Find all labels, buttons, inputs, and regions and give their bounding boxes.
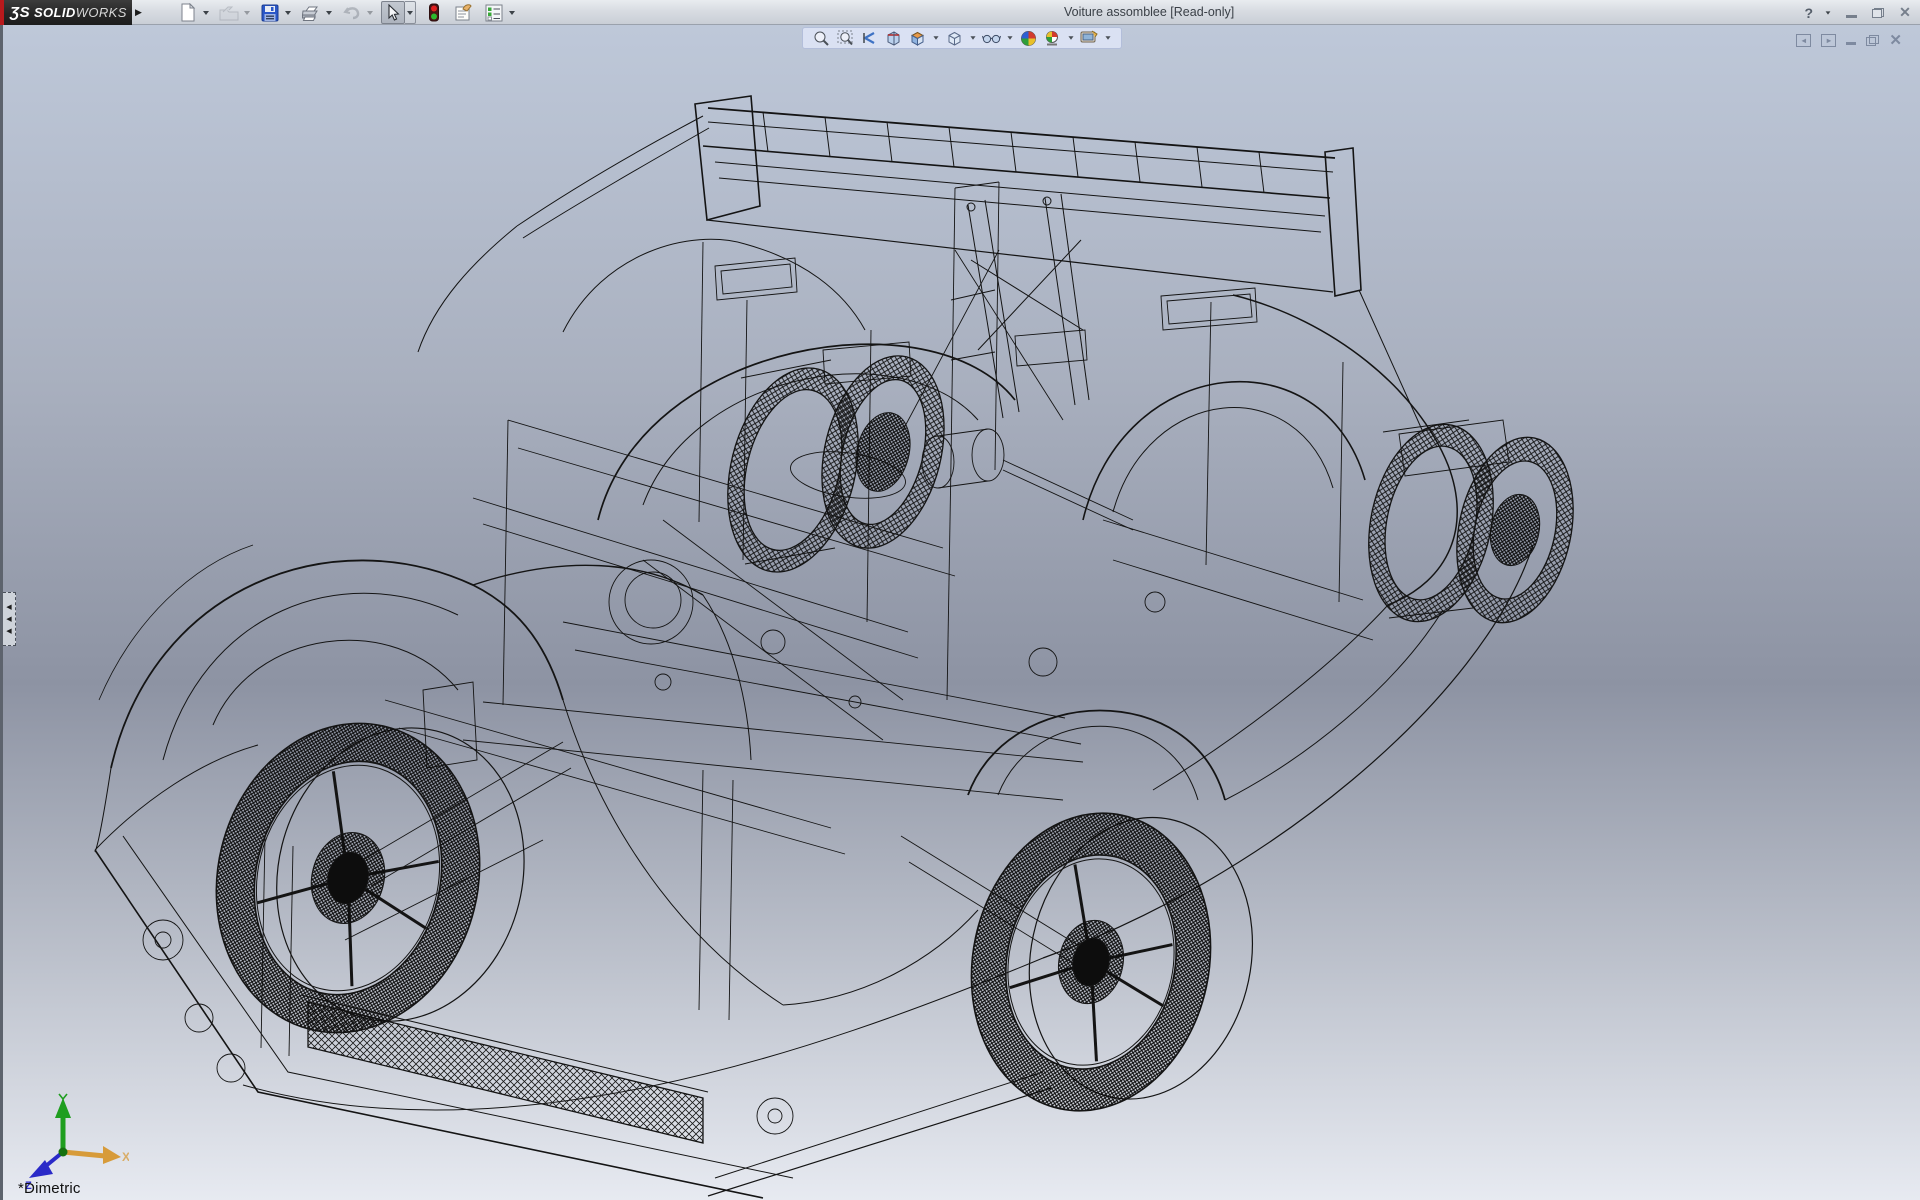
hide-show-items-caret[interactable] (1006, 36, 1014, 40)
cursor-arrow-icon[interactable] (381, 1, 405, 24)
restore-button[interactable] (1869, 4, 1887, 22)
title-bar: ƷSSOLIDWORKS ▶ (0, 0, 1920, 25)
open-folder-icon[interactable] (217, 1, 241, 24)
edit-appearance-button[interactable] (1019, 29, 1038, 47)
close-document-button[interactable]: ✕ (1889, 31, 1902, 49)
brand-text: ƷSSOLIDWORKS (10, 4, 127, 21)
document-window-controls: ◂ ▸ ✕ (1796, 31, 1902, 49)
feature-tree-collapsed-tab[interactable]: ◀ ◀ ◀ (3, 592, 16, 646)
close-button[interactable]: ✕ (1896, 4, 1914, 22)
heads-up-view-toolbar (802, 27, 1122, 49)
view-settings-button[interactable] (1080, 29, 1099, 47)
titlebar-right-controls: ? ✕ (1804, 0, 1914, 25)
wheel-front-left (184, 687, 554, 1071)
minimize-document-button[interactable] (1846, 35, 1856, 45)
triad-y-axis (55, 1094, 71, 1157)
select-dropdown-caret[interactable] (405, 1, 416, 24)
options-button[interactable] (482, 1, 517, 24)
undo-arrow-icon[interactable] (340, 1, 364, 24)
new-document-button[interactable] (176, 1, 211, 24)
save-dropdown-caret[interactable] (282, 1, 293, 24)
graphics-viewport[interactable]: ◂ ▸ ✕ ◀ ◀ ◀ Z X *Dimetric (0, 25, 1920, 1200)
chassis-structure (143, 182, 1509, 1134)
display-style-button[interactable] (945, 29, 964, 47)
rear-wing (517, 96, 1423, 432)
display-style-caret[interactable] (969, 36, 977, 40)
select-tool-button[interactable] (381, 1, 416, 24)
minimize-button[interactable] (1842, 4, 1860, 22)
logo-red-stripe (0, 0, 4, 25)
reference-triad: Z X (19, 1090, 129, 1190)
note-hand-icon[interactable] (452, 1, 476, 24)
undo-dropdown-caret[interactable] (364, 1, 375, 24)
zoom-to-area-button[interactable] (836, 29, 855, 47)
new-page-icon[interactable] (176, 1, 200, 24)
previous-view-button[interactable] (860, 29, 879, 47)
hide-show-items-button[interactable] (982, 29, 1001, 47)
view-orientation-caret[interactable] (932, 36, 940, 40)
triad-x-axis: X (63, 1146, 129, 1164)
document-title: Voiture assomblee [Read-only] (1064, 0, 1234, 25)
floppy-disk-icon[interactable] (258, 1, 282, 24)
apply-scene-caret[interactable] (1067, 36, 1075, 40)
ds-logo-icon: ƷS (10, 4, 30, 21)
car-wireframe (95, 96, 1589, 1198)
main-toolbar (176, 0, 523, 25)
open-button[interactable] (217, 1, 252, 24)
help-dropdown-caret[interactable] (1822, 1, 1833, 24)
restore-document-button[interactable] (1866, 35, 1879, 46)
triad-x-label: X (122, 1150, 129, 1164)
options-list-icon[interactable] (482, 1, 506, 24)
view-orientation-label: *Dimetric (18, 1180, 81, 1197)
menu-flyout-arrow-icon[interactable]: ▶ (133, 3, 144, 22)
save-button[interactable] (258, 1, 293, 24)
wheel-rear-right (1352, 413, 1590, 634)
undo-button[interactable] (340, 1, 375, 24)
help-button[interactable]: ? (1804, 5, 1813, 21)
collapse-arrow-icon: ◀ (6, 616, 11, 623)
file-properties-button[interactable] (452, 1, 476, 24)
pane-right-button[interactable]: ▸ (1821, 34, 1836, 47)
zoom-to-fit-button[interactable] (812, 29, 831, 47)
pane-left-button[interactable]: ◂ (1796, 34, 1811, 47)
options-dropdown-caret[interactable] (506, 1, 517, 24)
wireframe-model-voiture[interactable] (3, 25, 1920, 1200)
apply-scene-button[interactable] (1043, 29, 1062, 47)
rebuild-button[interactable] (422, 1, 446, 24)
collapse-arrow-icon: ◀ (6, 604, 11, 611)
view-orientation-button[interactable] (908, 29, 927, 47)
print-button[interactable] (299, 1, 334, 24)
traffic-light-icon[interactable] (422, 1, 446, 24)
solidworks-logo: ƷSSOLIDWORKS (0, 0, 132, 25)
print-dropdown-caret[interactable] (323, 1, 334, 24)
new-dropdown-caret[interactable] (200, 1, 211, 24)
view-settings-caret[interactable] (1104, 36, 1112, 40)
collapse-arrow-icon: ◀ (6, 628, 11, 635)
printer-icon[interactable] (299, 1, 323, 24)
section-view-button[interactable] (884, 29, 903, 47)
open-dropdown-caret[interactable] (241, 1, 252, 24)
